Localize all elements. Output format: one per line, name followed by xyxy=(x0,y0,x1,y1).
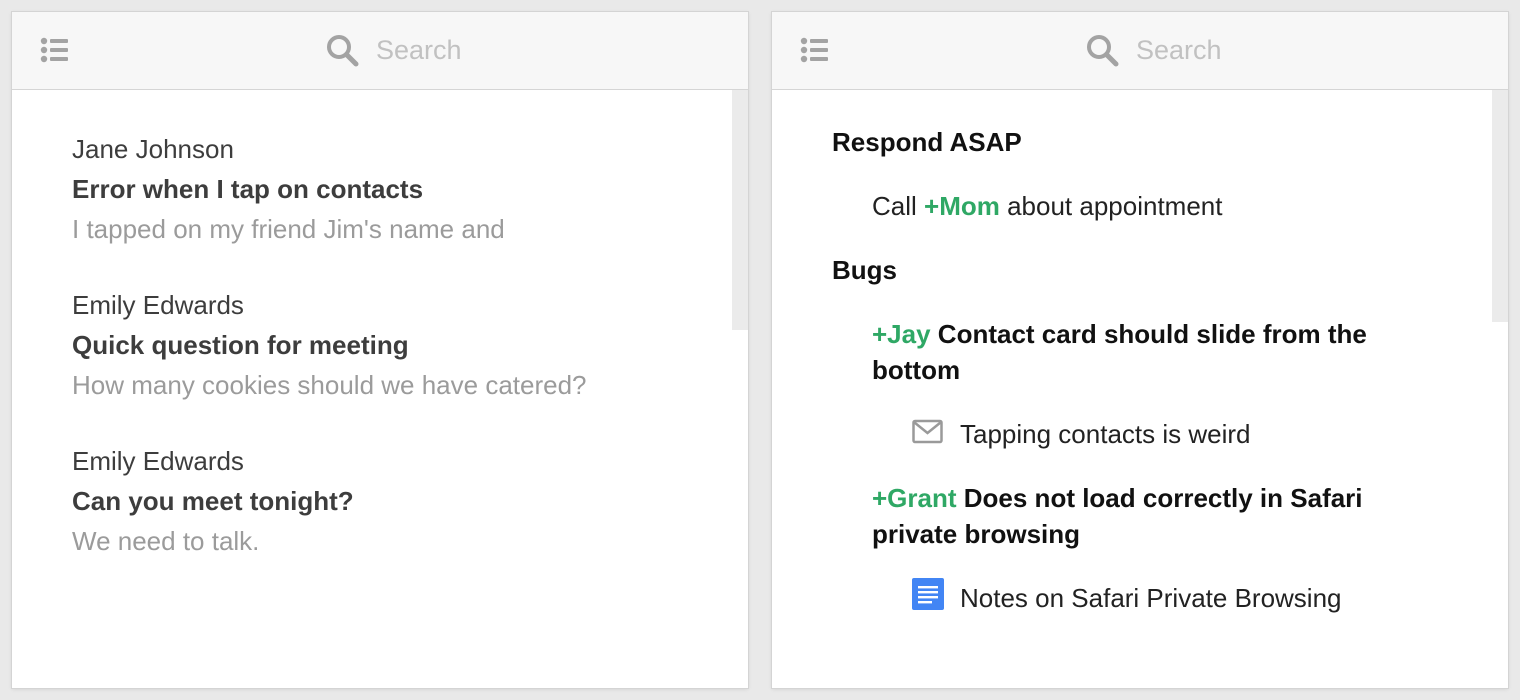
task-item[interactable]: +Grant Does not load correctly in Safari… xyxy=(872,480,1432,552)
message-item[interactable]: Jane Johnson Error when I tap on contact… xyxy=(72,132,712,288)
scrollbar[interactable] xyxy=(1492,90,1508,322)
task-item[interactable]: +Jay Contact card should slide from the … xyxy=(872,316,1432,388)
message-subject: Quick question for meeting xyxy=(72,330,409,360)
task-text: Contact card should slide from the botto… xyxy=(872,319,1367,385)
task-text: about appointment xyxy=(999,191,1223,221)
search-bar xyxy=(1082,30,1382,72)
message-sender: Emily Edwards xyxy=(72,446,244,476)
message-sender: Jane Johnson xyxy=(72,134,234,164)
document-icon xyxy=(912,578,944,610)
message-sender: Emily Edwards xyxy=(72,290,244,320)
menu-button[interactable] xyxy=(794,32,834,68)
task-text: Call xyxy=(872,191,925,221)
section-title-bugs: Bugs xyxy=(832,255,897,285)
tasks-header xyxy=(772,12,1508,90)
message-list: Jane Johnson Error when I tap on contact… xyxy=(72,132,712,600)
search-icon[interactable] xyxy=(326,34,360,68)
envelope-icon xyxy=(912,419,943,444)
mention-tag[interactable]: +Grant xyxy=(872,483,957,513)
message-subject: Error when I tap on contacts xyxy=(72,174,424,204)
search-input[interactable] xyxy=(376,32,616,68)
attachment-label: Tapping contacts is weird xyxy=(960,419,1251,449)
attachment-label: Notes on Safari Private Browsing xyxy=(960,583,1342,613)
task-item[interactable]: Call +Mom about appointment xyxy=(872,188,1432,224)
mention-tag[interactable]: +Jay xyxy=(872,319,931,349)
list-menu-icon xyxy=(40,37,68,63)
message-subject: Can you meet tonight? xyxy=(72,486,354,516)
inbox-panel: Jane Johnson Error when I tap on contact… xyxy=(12,12,748,688)
mention-tag[interactable]: +Mom xyxy=(924,191,1000,221)
message-item[interactable]: Emily Edwards Can you meet tonight? We n… xyxy=(72,444,712,600)
search-bar xyxy=(322,30,622,72)
search-icon[interactable] xyxy=(1086,34,1120,68)
scrollbar[interactable] xyxy=(732,90,748,330)
inbox-header xyxy=(12,12,748,90)
search-input[interactable] xyxy=(1136,32,1376,68)
menu-button[interactable] xyxy=(34,32,74,68)
message-preview: I tapped on my friend Jim's name and xyxy=(72,214,505,244)
section-title-respond-asap: Respond ASAP xyxy=(832,127,1022,157)
tasks-panel: Respond ASAP Call +Mom about appointment… xyxy=(772,12,1508,688)
message-preview: We need to talk. xyxy=(72,526,260,556)
list-menu-icon xyxy=(800,37,828,63)
message-item[interactable]: Emily Edwards Quick question for meeting… xyxy=(72,288,712,444)
message-preview: How many cookies should we have catered? xyxy=(72,370,587,400)
